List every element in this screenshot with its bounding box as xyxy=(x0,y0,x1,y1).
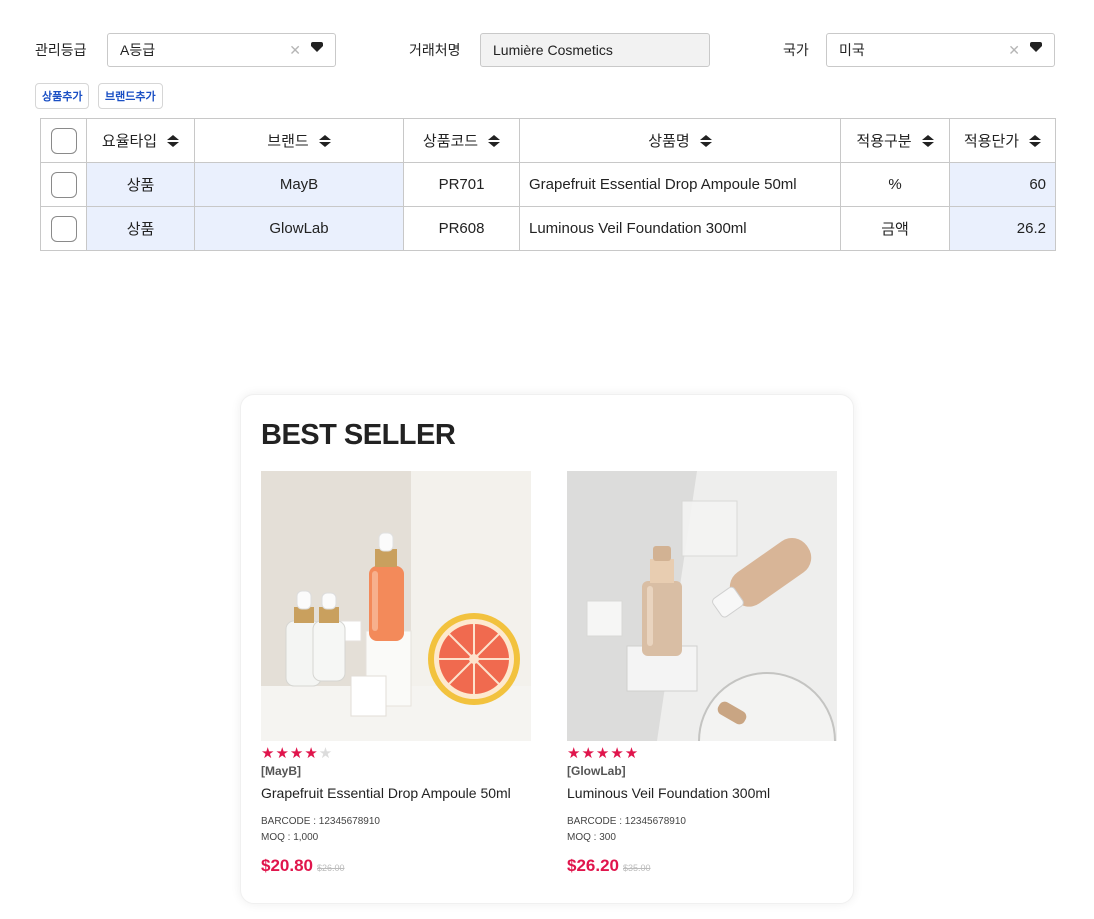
product-moq: MOQ : 300 xyxy=(567,832,616,843)
select-all-cell xyxy=(40,118,87,163)
cell-apply-type: % xyxy=(840,162,950,207)
column-header-label: 상품명 xyxy=(648,133,690,150)
clear-icon[interactable]: ✕ xyxy=(1008,42,1020,59)
best-seller-card: BEST SELLER ★★★★★ [MayB] Grapefruit Esse… xyxy=(240,394,854,904)
star-icon: ★★★★ xyxy=(261,745,319,762)
product-brand: [GlowLab] xyxy=(567,764,626,778)
sort-icon[interactable] xyxy=(488,134,501,147)
product-card[interactable]: ★★★★★ [MayB] Grapefruit Essential Drop A… xyxy=(261,471,531,876)
partner-field-value: Lumière Cosmetics xyxy=(493,42,613,58)
rating-stars: ★★★★★ xyxy=(567,745,837,763)
column-header-label: 요율타입 xyxy=(101,133,158,150)
partner-field: Lumière Cosmetics xyxy=(480,33,710,67)
partner-label: 거래처명 xyxy=(409,42,461,58)
cell-product-code: PR608 xyxy=(403,206,520,251)
caret-down-icon[interactable] xyxy=(311,42,323,52)
rating-stars: ★★★★★ xyxy=(261,745,531,763)
column-header-apply-type[interactable]: 적용구분 xyxy=(840,118,950,163)
sort-icon[interactable] xyxy=(921,134,934,147)
add-product-button[interactable]: 상품추가 xyxy=(35,83,90,109)
sort-icon[interactable] xyxy=(699,134,712,147)
cell-rate-type: 상품 xyxy=(86,206,195,251)
product-barcode: BARCODE : 12345678910 xyxy=(567,816,686,827)
country-select[interactable]: 미국 ✕ xyxy=(826,33,1055,67)
cell-product-code: PR701 xyxy=(403,162,520,207)
product-brand: [MayB] xyxy=(261,764,302,778)
rate-table: 요율타입 브랜드 상품코드 상품명 적용구분 적용단가 상품 MayB PR70… xyxy=(40,118,1056,251)
cell-apply-price[interactable]: 26.2 xyxy=(949,206,1056,251)
column-header-label: 상품코드 xyxy=(422,133,479,150)
cell-apply-type: 금액 xyxy=(840,206,950,251)
cell-product-name: Luminous Veil Foundation 300ml xyxy=(519,206,841,251)
product-image-foundation[interactable] xyxy=(567,471,837,741)
price-row: $26.20 $35.00 xyxy=(567,856,837,876)
column-header-label: 브랜드 xyxy=(267,133,309,150)
column-header-rate-type[interactable]: 요율타입 xyxy=(86,118,195,163)
product-old-price: $35.00 xyxy=(623,863,651,873)
product-card[interactable]: ★★★★★ [GlowLab] Luminous Veil Foundation… xyxy=(567,471,837,876)
table-row[interactable]: 상품 MayB PR701 Grapefruit Essential Drop … xyxy=(40,162,1056,207)
clear-icon[interactable]: ✕ xyxy=(289,42,301,59)
cell-brand: GlowLab xyxy=(194,206,404,251)
product-image-ampoule[interactable] xyxy=(261,471,531,741)
product-moq: MOQ : 1,000 xyxy=(261,832,319,843)
product-name[interactable]: Luminous Veil Foundation 300ml xyxy=(567,785,837,801)
product-old-price: $26.00 xyxy=(317,863,345,873)
product-price: $20.80 xyxy=(261,856,313,875)
column-header-product-code[interactable]: 상품코드 xyxy=(403,118,520,163)
product-meta: BARCODE : 12345678910 MOQ : 300 xyxy=(567,814,837,846)
cell-apply-price[interactable]: 60 xyxy=(949,162,1056,207)
column-header-apply-price[interactable]: 적용단가 xyxy=(949,118,1056,163)
grade-label: 관리등급 xyxy=(35,42,87,58)
select-all-checkbox[interactable] xyxy=(50,127,77,154)
best-seller-title: BEST SELLER xyxy=(261,419,456,451)
product-barcode: BARCODE : 12345678910 xyxy=(261,816,380,827)
sort-icon[interactable] xyxy=(167,134,180,147)
sort-icon[interactable] xyxy=(1029,134,1042,147)
column-header-label: 적용단가 xyxy=(963,133,1020,150)
grade-select[interactable]: A등급 ✕ xyxy=(107,33,336,67)
row-checkbox-cell xyxy=(40,206,87,251)
price-row: $20.80 $26.00 xyxy=(261,856,531,876)
row-checkbox[interactable] xyxy=(50,171,77,198)
row-checkbox-cell xyxy=(40,162,87,207)
column-header-product-name[interactable]: 상품명 xyxy=(519,118,841,163)
add-brand-button[interactable]: 브랜드추가 xyxy=(98,83,163,109)
caret-down-icon[interactable] xyxy=(1030,42,1042,52)
cell-brand: MayB xyxy=(194,162,404,207)
product-price: $26.20 xyxy=(567,856,619,875)
column-header-label: 적용구분 xyxy=(856,133,912,150)
grade-select-value: A등급 xyxy=(120,42,156,58)
cell-product-name: Grapefruit Essential Drop Ampoule 50ml xyxy=(519,162,841,207)
country-label: 국가 xyxy=(783,42,809,58)
table-row[interactable]: 상품 GlowLab PR608 Luminous Veil Foundatio… xyxy=(40,206,1056,251)
column-header-brand[interactable]: 브랜드 xyxy=(194,118,404,163)
table-header-row: 요율타입 브랜드 상품코드 상품명 적용구분 적용단가 xyxy=(40,118,1056,163)
row-checkbox[interactable] xyxy=(50,215,77,242)
sort-icon[interactable] xyxy=(318,134,331,147)
country-select-value: 미국 xyxy=(839,42,865,58)
star-empty-icon: ★ xyxy=(318,745,334,762)
star-icon: ★★★★★ xyxy=(567,745,640,762)
cell-rate-type: 상품 xyxy=(86,162,195,207)
product-meta: BARCODE : 12345678910 MOQ : 1,000 xyxy=(261,814,531,846)
product-name[interactable]: Grapefruit Essential Drop Ampoule 50ml xyxy=(261,785,531,801)
